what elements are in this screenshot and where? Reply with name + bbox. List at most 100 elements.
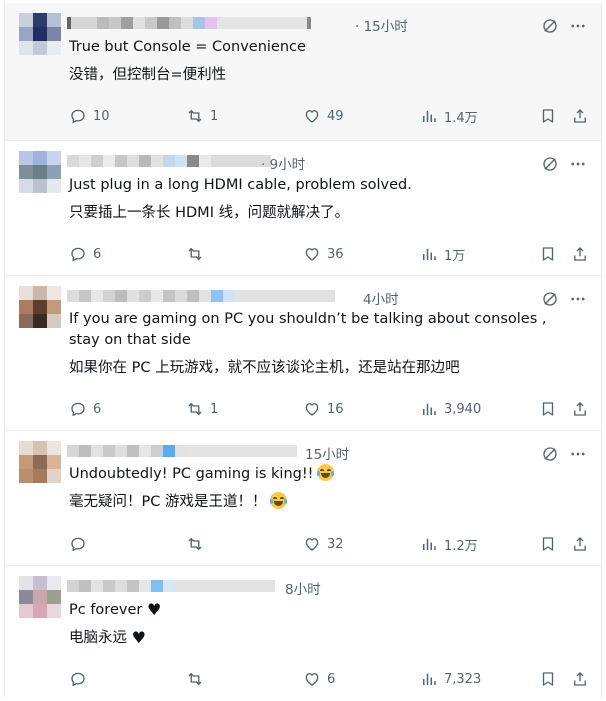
avatar[interactable] [19,441,61,483]
username-redacted[interactable] [67,290,335,302]
more-icon[interactable] [569,290,587,308]
view-count: 1.2万 [444,538,478,554]
more-icon[interactable] [569,155,587,173]
views-icon [420,107,438,125]
post-text-en: Just plug in a long HDMI cable, problem … [69,177,412,193]
post-text-en: Undoubtedly! PC gaming is king!! [69,464,577,485]
timestamp[interactable]: 15小时 [305,443,349,463]
avatar[interactable] [19,286,61,328]
repost-button[interactable]: 1 [186,106,218,126]
more-icon[interactable] [569,445,587,463]
view-count: 1.4万 [444,110,478,126]
bookmark-button[interactable] [539,399,557,419]
repost-count: 1 [210,108,219,124]
grok-icon[interactable] [541,17,559,35]
username-redacted[interactable] [67,155,271,167]
views-button[interactable]: 1.4万 [420,106,478,126]
timestamp[interactable]: 4小时 [363,288,399,308]
reply-thread: · 15小时 True but Console = Convenience 没错… [4,3,602,697]
like-icon [303,107,321,125]
reply-count: 10 [93,108,110,124]
black-heart-emoji: ♥ [146,600,162,619]
views-button[interactable]: 1万 [420,244,465,264]
username-redacted[interactable] [67,580,275,592]
avatar[interactable] [19,151,61,193]
views-icon [420,400,438,418]
avatar[interactable] [19,576,61,618]
grok-icon[interactable] [541,290,559,308]
repost-button[interactable] [186,669,210,689]
post-text-zh-content: 电脑永远 [69,630,127,646]
share-button[interactable] [571,106,589,126]
action-bar: 10 1 49 1.4万 [69,106,589,126]
reply-button[interactable]: 6 [69,244,101,264]
bookmark-button[interactable] [539,106,557,126]
bookmark-button[interactable] [539,534,557,554]
action-bar: 6 7,323 [69,669,589,689]
username-redacted[interactable] [67,445,297,457]
repost-button[interactable]: 1 [186,399,218,419]
avatar[interactable] [19,13,61,55]
reply-post[interactable]: · 9小时 Just plug in a long HDMI cable, pr… [5,141,601,276]
reply-button[interactable] [69,534,93,554]
laughing-tears-emoji [317,464,335,481]
like-icon [303,245,321,263]
reply-button[interactable]: 6 [69,399,101,419]
like-icon [303,400,321,418]
views-icon [420,245,438,263]
grok-icon[interactable] [541,445,559,463]
more-icon[interactable] [569,17,587,35]
bookmark-button[interactable] [539,244,557,264]
post-text-en: True but Console = Convenience [69,39,306,55]
repost-count: 1 [210,401,219,417]
timestamp[interactable]: 8小时 [285,578,321,598]
repost-icon [186,400,204,418]
post-text-en: Pc forever ♥ [69,599,577,621]
bookmark-icon [539,107,557,125]
like-button[interactable]: 49 [303,106,344,126]
bookmark-button[interactable] [539,669,557,689]
reply-count: 6 [93,401,102,417]
view-count: 7,323 [444,671,482,687]
repost-icon [186,535,204,553]
reply-count: 6 [93,246,102,262]
share-button[interactable] [571,399,589,419]
post-text-zh-content: 毫无疑问！PC 游戏是王道！！ [69,494,267,510]
timestamp[interactable]: · 9小时 [261,153,305,173]
reply-icon [69,400,87,418]
timestamp[interactable]: · 15小时 [355,15,408,35]
views-button[interactable]: 1.2万 [420,534,478,554]
username-redacted[interactable] [67,17,311,29]
views-button[interactable]: 7,323 [420,669,481,689]
reply-icon [69,245,87,263]
action-bar: 6 36 1万 [69,244,589,264]
reply-post[interactable]: 4小时 If you are gaming on PC you shouldn’… [5,276,601,431]
like-button[interactable]: 6 [303,669,335,689]
reply-button[interactable] [69,669,93,689]
share-button[interactable] [571,244,589,264]
repost-button[interactable] [186,534,210,554]
view-count: 3,940 [444,401,482,417]
like-button[interactable]: 36 [303,244,344,264]
share-icon [571,400,589,418]
bookmark-icon [539,670,557,688]
reply-button[interactable]: 10 [69,106,110,126]
bookmark-icon [539,245,557,263]
repost-button[interactable] [186,244,210,264]
reply-icon [69,107,87,125]
like-button[interactable]: 16 [303,399,344,419]
views-button[interactable]: 3,940 [420,399,481,419]
share-button[interactable] [571,534,589,554]
reply-post[interactable]: · 15小时 True but Console = Convenience 没错… [5,3,601,141]
black-heart-emoji: ♥ [131,628,146,647]
grok-icon[interactable] [541,155,559,173]
like-count: 36 [327,246,344,262]
reply-post[interactable]: 15小时 Undoubtedly! PC gaming is king!! 毫无… [5,431,601,566]
like-count: 49 [327,108,344,124]
share-button[interactable] [571,669,589,689]
reply-icon [69,535,87,553]
repost-icon [186,670,204,688]
reply-post[interactable]: 8小时 Pc forever ♥ 电脑永远 ♥ 6 7,323 [5,566,601,697]
like-button[interactable]: 32 [303,534,344,554]
like-icon [303,535,321,553]
